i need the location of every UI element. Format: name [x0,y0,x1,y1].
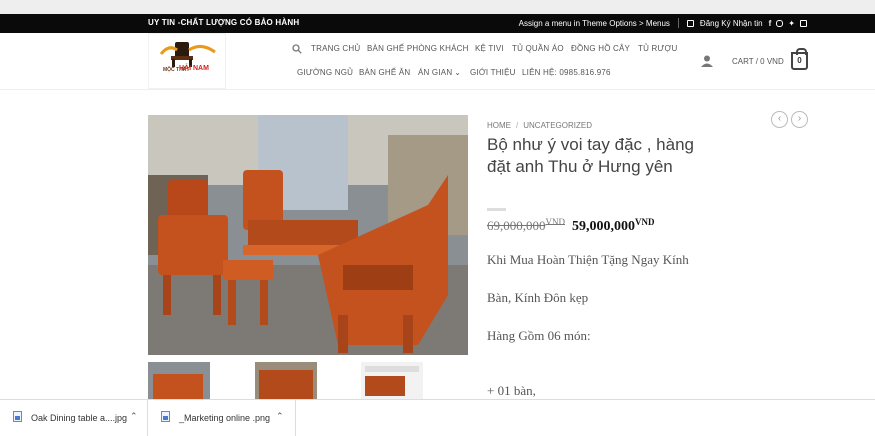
description-line: Khi Mua Hoàn Thiện Tặng Ngay Kính [487,252,689,267]
thumbnail-1[interactable] [148,362,210,400]
nav-item-clock[interactable]: ĐỒNG HỒ CÂY [571,44,630,53]
nav-item-bed[interactable]: GIƯỜNG NGỦ [297,68,353,77]
tagline: UY TIN -CHẤT LƯỢNG CÓ BẢO HÀNH [148,18,300,27]
breadcrumb-category[interactable]: UNCATEGORIZED [523,121,592,130]
thumbnail-image [148,362,210,400]
nav-item-tv-shelf[interactable]: KỆ TIVI [475,44,504,53]
description-line: + 01 bàn, [487,383,536,398]
search-icon[interactable] [292,44,302,54]
next-product-button[interactable]: › [791,111,808,128]
product-image[interactable] [148,115,468,355]
logo-text-2: HẢI NAM [179,65,209,72]
product-price: 69,000,000VND 59,000,000VND [487,217,655,235]
site-header: MỘC THẤT HẢI NAM TRANG CHỦ BÀN GHẾ PHÒNG… [0,33,875,90]
download-item[interactable]: _Marketing online .png ⌃ [148,400,296,436]
file-icon [13,411,22,422]
chevron-down-icon: ⌄ [454,68,462,77]
download-filename: _Marketing online .png [179,413,271,423]
newsletter-link[interactable]: Đăng Ký Nhận tin [700,19,763,28]
nav-item-home[interactable]: TRANG CHỦ [311,44,360,53]
top-bar: UY TIN -CHẤT LƯỢNG CÓ BẢO HÀNH Assign a … [0,14,875,33]
user-icon[interactable] [701,55,713,67]
browser-top-strip [0,0,875,14]
email-icon[interactable] [800,19,807,27]
description-line: Bàn, Kính Đôn kẹp [487,290,589,305]
facebook-icon[interactable]: f [769,19,772,28]
prev-product-button[interactable]: ‹ [771,111,788,128]
title-divider [487,208,506,211]
nav-item-wine-cabinet[interactable]: TỦ RƯỢU [638,44,678,53]
breadcrumb-home[interactable]: HOME [487,121,511,130]
social-icons: f ✦ [769,19,807,28]
download-item[interactable]: Oak Dining table a....jpg ⌃ [0,400,148,436]
mail-icon [686,19,694,27]
download-shelf: Oak Dining table a....jpg ⌃ _Marketing o… [0,399,875,436]
nav-item-altar[interactable]: ÁN GIAN ⌄ [418,68,461,77]
product-title: Bộ như ý voi tay đặc , hàng đặt anh Thu … [487,135,695,176]
chevron-up-icon[interactable]: ⌃ [130,411,138,422]
cart-count[interactable]: 0 [791,48,808,70]
nav-item-dining[interactable]: BÀN GHẾ ĂN [359,68,410,77]
twitter-icon[interactable]: ✦ [788,19,795,28]
thumbnail-2[interactable] [255,362,317,400]
nav-item-contact[interactable]: LIÊN HỆ: 0985.816.976 [522,68,611,77]
old-price: 69,000,000VND [487,217,565,233]
thumbnail-image [255,362,317,400]
file-icon [161,411,170,422]
description-line: Hàng Gồm 06 món: [487,328,591,343]
instagram-icon[interactable] [776,19,784,27]
site-logo[interactable]: MỘC THẤT HẢI NAM [148,33,226,89]
menu-notice[interactable]: Assign a menu in Theme Options > Menus [519,19,670,28]
sale-price: 59,000,000VND [572,217,655,234]
divider [677,18,679,28]
chevron-up-icon[interactable]: ⌃ [276,411,284,422]
thumbnail-3[interactable] [361,362,423,400]
top-bar-right: Assign a menu in Theme Options > Menus Đ… [519,18,807,28]
cart-label[interactable]: CART / 0 VND [732,57,784,66]
nav-item-wardrobe[interactable]: TỦ QUẦN ÁO [512,44,564,53]
logo-chair-icon [159,42,216,67]
furniture-photo [148,115,468,355]
breadcrumb-separator: / [516,121,519,130]
nav-item-about[interactable]: GIỚI THIỆU [470,68,516,77]
download-filename: Oak Dining table a....jpg [31,413,128,423]
breadcrumb: HOME / UNCATEGORIZED [487,121,592,130]
thumbnail-image [361,362,423,400]
nav-item-living-room[interactable]: BÀN GHẾ PHÒNG KHÁCH [367,44,469,53]
